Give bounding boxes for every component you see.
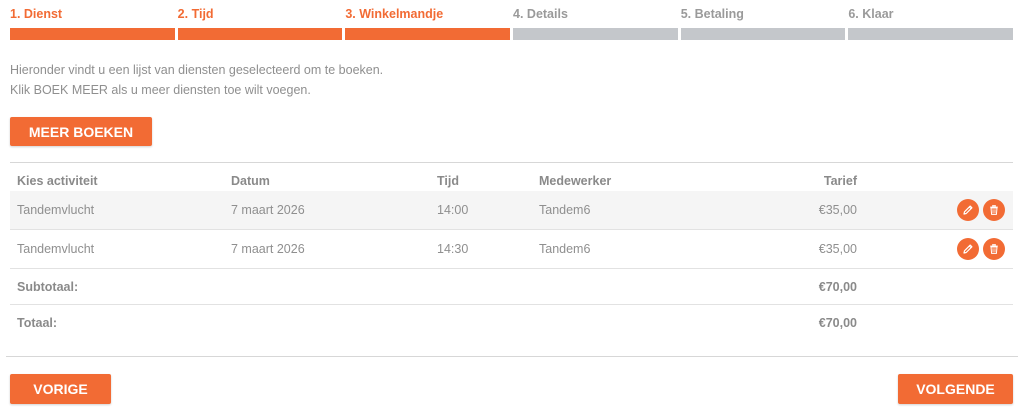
step-label: 2. Tijd (177, 7, 214, 21)
table-row: Tandemvlucht 7 maart 2026 14:30 Tandem6 … (10, 230, 1013, 269)
row-actions (957, 199, 1005, 221)
delete-button[interactable] (983, 238, 1005, 260)
step-details: 4. Details (513, 0, 678, 41)
step-label: 3. Winkelmandje (345, 7, 444, 21)
row-employee: Tandem6 (539, 203, 591, 217)
header-date: Datum (231, 174, 270, 188)
step-betaling: 5. Betaling (680, 0, 846, 41)
step-klaar: 6. Klaar (848, 0, 1014, 41)
row-actions (957, 238, 1005, 260)
meer-boeken-button[interactable]: MEER BOEKEN (10, 117, 152, 146)
step-label: 1. Dienst (10, 7, 63, 21)
row-time: 14:30 (437, 242, 469, 256)
step-bar (345, 28, 511, 40)
step-label: 4. Details (513, 7, 568, 21)
step-dienst: 1. Dienst (10, 0, 175, 41)
step-bar (848, 28, 1014, 40)
row-activity: Tandemvlucht (17, 242, 95, 256)
total-row: Totaal: €70,00 (10, 305, 1013, 340)
row-rate: €35,00 (818, 203, 857, 217)
header-employee: Medewerker (539, 174, 612, 188)
row-activity: Tandemvlucht (17, 203, 95, 217)
row-date: 7 maart 2026 (231, 203, 305, 217)
pencil-icon (963, 244, 973, 254)
vorige-button[interactable]: VORIGE (10, 374, 111, 404)
row-rate: €35,00 (818, 242, 857, 256)
trash-icon (990, 243, 998, 254)
step-label: 6. Klaar (848, 7, 894, 21)
pencil-icon (963, 205, 973, 215)
step-tijd: 2. Tijd (177, 0, 343, 41)
step-bar (680, 28, 846, 40)
intro-text: Hieronder vindt u een lijst van diensten… (10, 60, 383, 100)
footer-divider (6, 356, 1018, 357)
volgende-button[interactable]: VOLGENDE (898, 374, 1013, 404)
subtotal-row: Subtotaal: €70,00 (10, 269, 1013, 305)
total-value: €70,00 (818, 315, 857, 330)
table-header: Kies activiteit Datum Tijd Medewerker Ta… (10, 163, 1013, 191)
row-time: 14:00 (437, 203, 469, 217)
header-time: Tijd (437, 174, 459, 188)
table-row: Tandemvlucht 7 maart 2026 14:00 Tandem6 … (10, 191, 1013, 230)
trash-icon (990, 204, 998, 215)
subtotal-value: €70,00 (818, 279, 857, 294)
row-date: 7 maart 2026 (231, 242, 305, 256)
intro-line-1: Hieronder vindt u een lijst van diensten… (10, 63, 384, 77)
progress-steps: 1. Dienst 2. Tijd 3. Winkelmandje 4. Det… (10, 0, 1014, 41)
delete-button[interactable] (983, 199, 1005, 221)
step-winkelmandje: 3. Winkelmandje (345, 0, 511, 41)
total-label: Totaal: (17, 315, 58, 330)
step-bar (177, 28, 343, 40)
intro-line-2: Klik BOEK MEER als u meer diensten toe w… (10, 83, 311, 97)
header-rate: Tarief (823, 174, 857, 188)
edit-button[interactable] (957, 238, 979, 260)
edit-button[interactable] (957, 199, 979, 221)
step-bar (10, 28, 175, 40)
subtotal-label: Subtotaal: (17, 279, 79, 294)
row-employee: Tandem6 (539, 242, 591, 256)
step-label: 5. Betaling (680, 7, 744, 21)
step-bar (513, 28, 678, 40)
cart-table: Kies activiteit Datum Tijd Medewerker Ta… (10, 162, 1013, 340)
header-activity: Kies activiteit (17, 174, 98, 188)
